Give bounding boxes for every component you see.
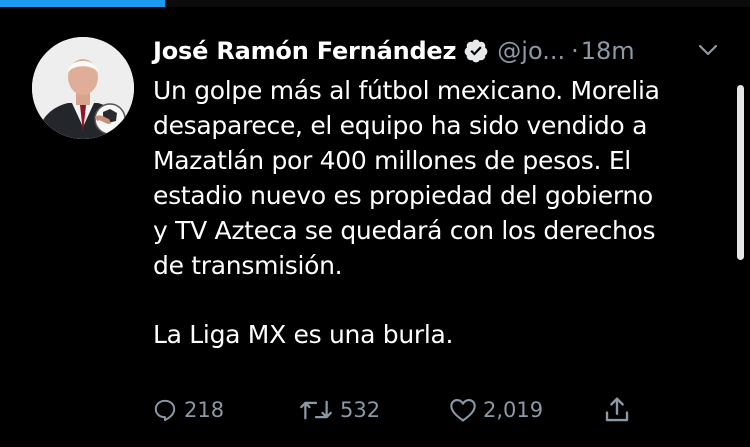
author-name[interactable]: José Ramón Fernández (153, 37, 456, 65)
tweet-text-line: Un golpe más al fútbol mexicano. Morelia (153, 76, 660, 105)
reply-icon (154, 399, 176, 422)
tweet-actions: 218 532 2,019 (152, 395, 642, 425)
tweet-timestamp[interactable]: 18m (581, 37, 635, 65)
tweet-text-line: estadio nuevo es propiedad del gobierno (153, 181, 653, 210)
author-handle[interactable]: @jo... (497, 37, 565, 65)
retweet-count: 532 (340, 398, 381, 422)
share-icon (605, 397, 629, 422)
retweet-icon (300, 400, 332, 420)
tweet[interactable]: José Ramón Fernández @jo... · 18m Un gol… (0, 7, 750, 447)
tweet-text-line: y TV Azteca se quedará con los derechos (153, 216, 656, 245)
chevron-down-icon[interactable] (697, 43, 719, 57)
loading-progress-fill (0, 0, 165, 7)
verified-badge-icon (463, 38, 489, 64)
tweet-text-line: Mazatlán por 400 millones de pesos. El (153, 146, 631, 175)
tweet-text-line: La Liga MX es una burla. (153, 320, 454, 349)
reply-button[interactable]: 218 (152, 395, 224, 425)
tweet-text-line: de transmisión. (153, 251, 343, 280)
share-button[interactable] (602, 395, 632, 425)
avatar-photo (32, 37, 134, 139)
retweet-button[interactable]: 532 (298, 395, 380, 425)
tweet-text-line: desaparece, el equipo ha sido vendido a (153, 111, 648, 140)
tweet-header: José Ramón Fernández @jo... · 18m (153, 34, 635, 68)
separator-dot: · (571, 37, 579, 65)
like-count: 2,019 (483, 398, 544, 422)
tweet-text: Un golpe más al fútbol mexicano. Morelia… (153, 73, 733, 352)
loading-progress-bar (0, 0, 750, 7)
reply-count: 218 (184, 398, 225, 422)
like-button[interactable]: 2,019 (449, 395, 543, 425)
scrollbar[interactable] (737, 85, 744, 260)
avatar[interactable] (32, 37, 134, 139)
heart-icon (450, 399, 476, 422)
